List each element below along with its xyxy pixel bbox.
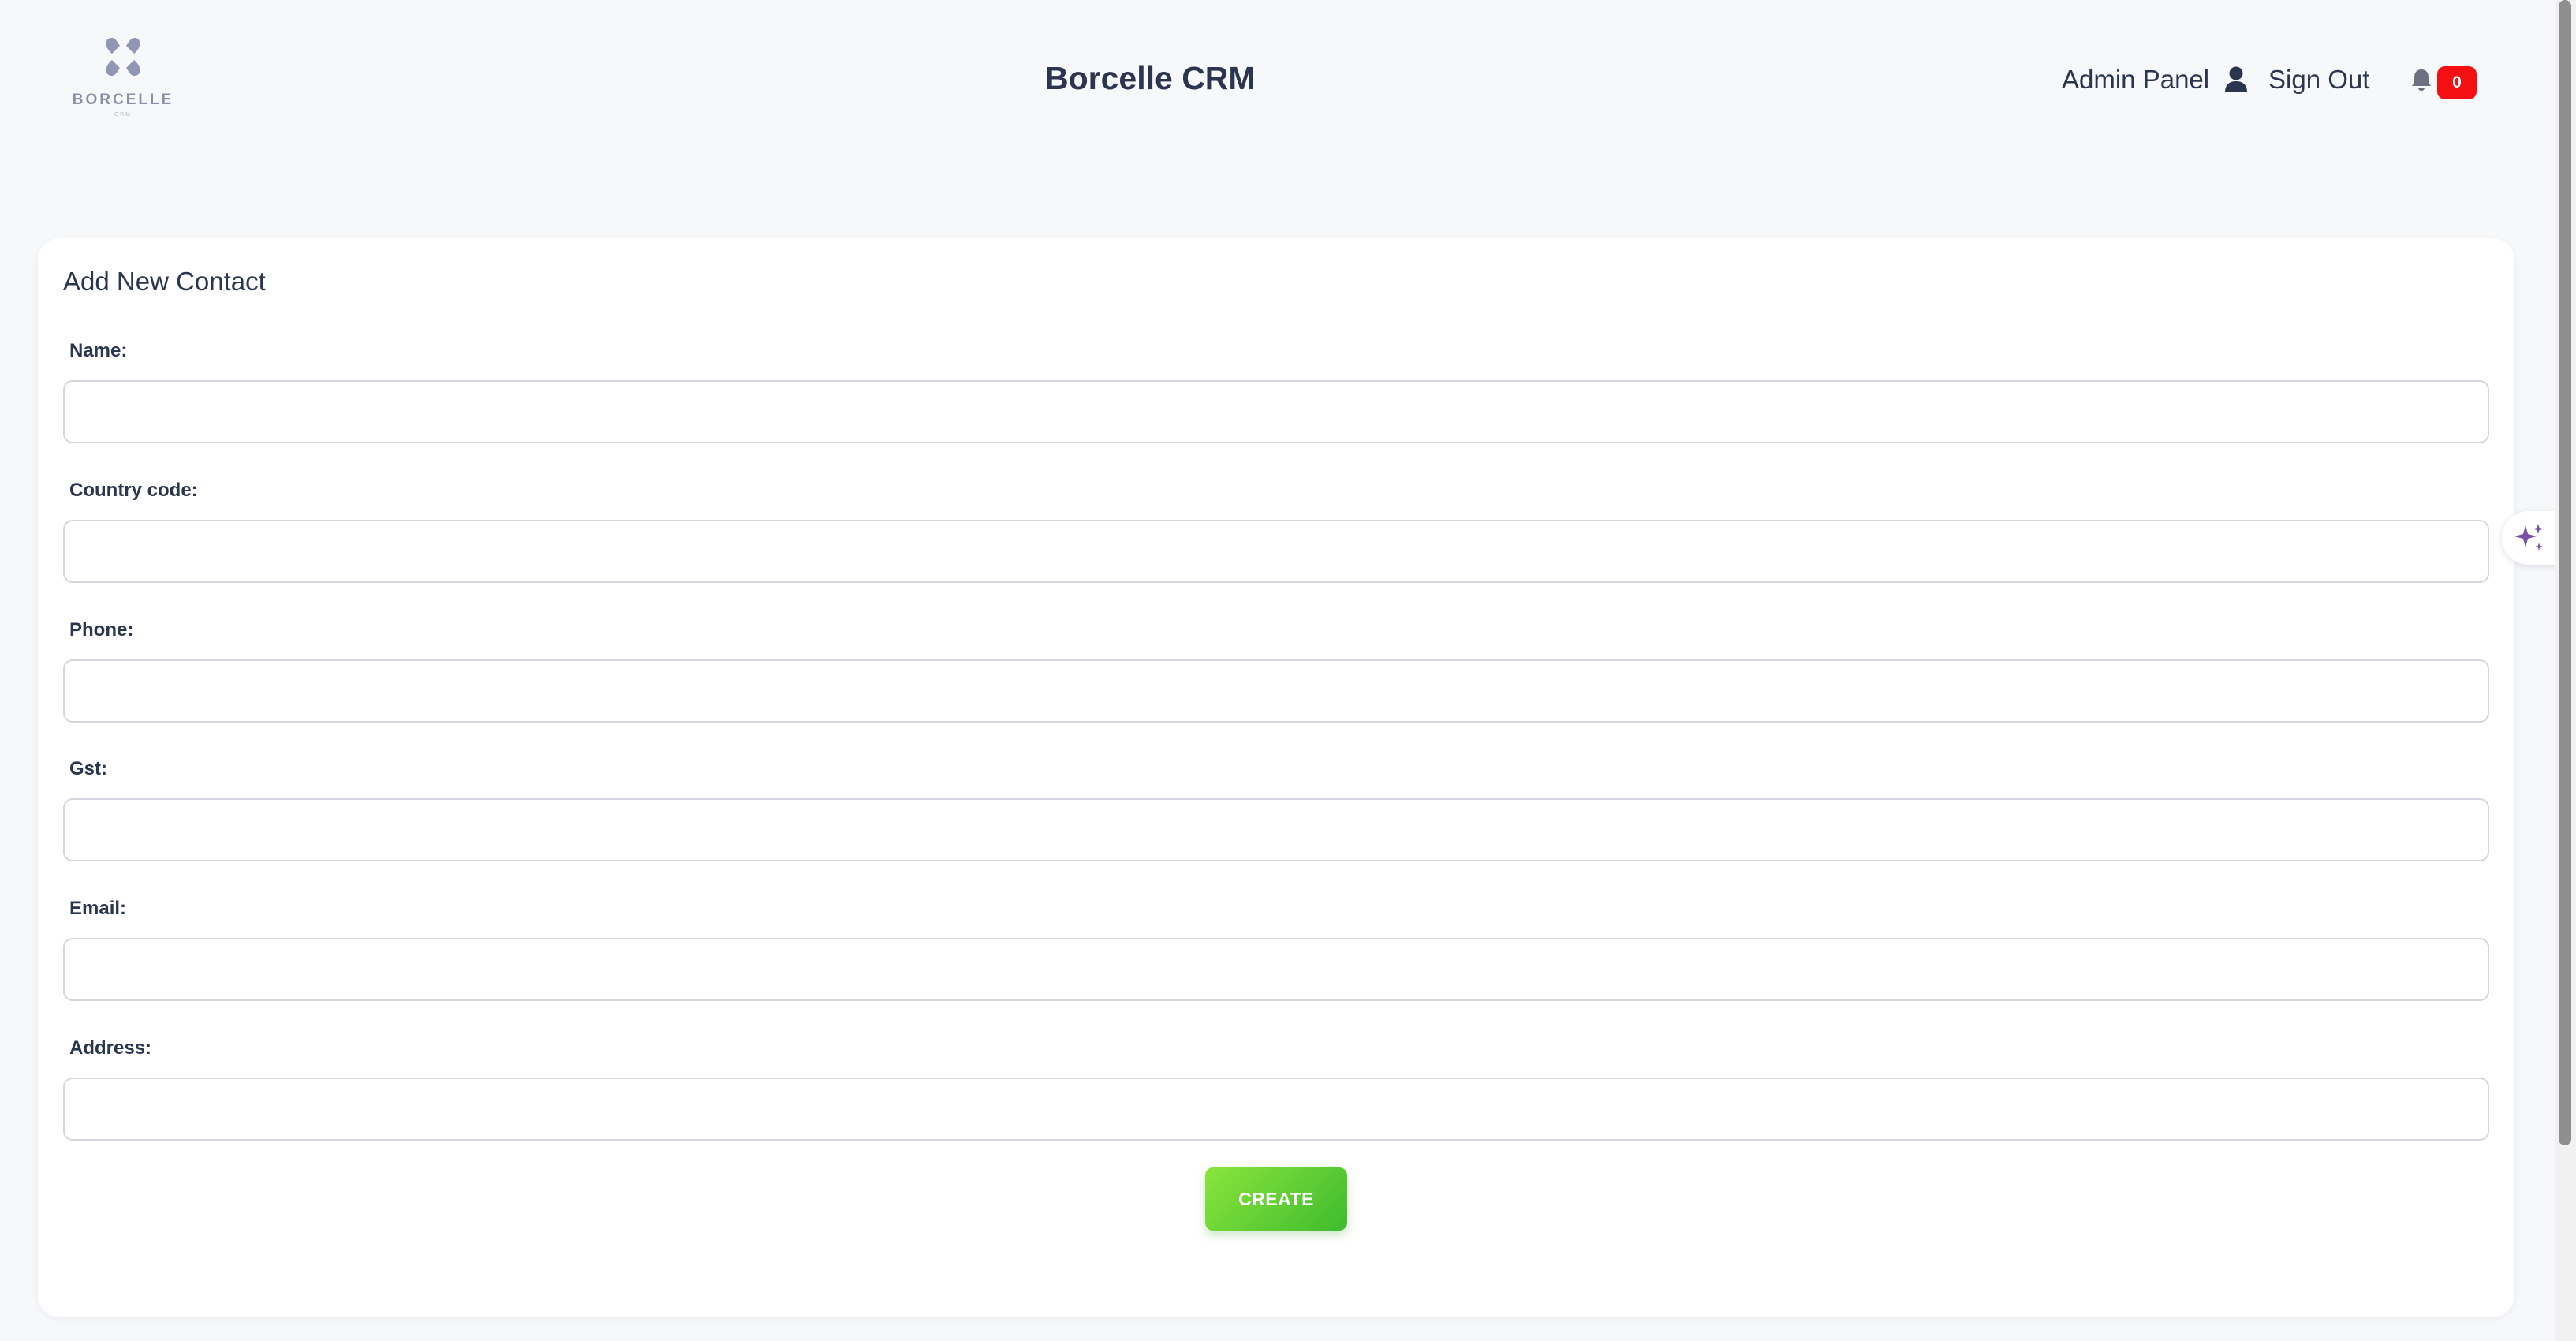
email-input[interactable]: [63, 938, 2489, 1001]
logo-wordmark: BORCELLE: [72, 92, 174, 108]
notifications-button[interactable]: 0: [2410, 66, 2477, 101]
country-code-input[interactable]: [63, 520, 2489, 583]
logo-mark-icon: [106, 38, 140, 76]
sparkles-icon: [2514, 524, 2544, 551]
notification-count-badge: 0: [2437, 66, 2477, 99]
gst-input[interactable]: [63, 798, 2489, 861]
bell-icon: [2412, 69, 2431, 91]
admin-panel-link[interactable]: Admin Panel: [2062, 65, 2209, 95]
page-scrollbar[interactable]: [2555, 0, 2576, 1341]
address-input[interactable]: [63, 1078, 2489, 1141]
name-input[interactable]: [63, 380, 2489, 443]
name-label: Name:: [69, 340, 128, 361]
email-label: Email:: [69, 898, 127, 919]
sign-out-link[interactable]: Sign Out: [2268, 65, 2369, 95]
phone-label: Phone:: [69, 619, 134, 641]
country-code-label: Country code:: [69, 480, 198, 501]
assistant-button[interactable]: [2502, 511, 2560, 565]
top-header: BORCELLE CRM Borcelle CRM Admin Panel Si…: [0, 0, 2555, 166]
form-title: Add New Contact: [63, 267, 266, 296]
address-label: Address:: [69, 1037, 152, 1059]
app-title: Borcelle CRM: [1045, 60, 1256, 96]
scrollbar-thumb[interactable]: [2559, 0, 2571, 1145]
gst-label: Gst:: [69, 758, 107, 779]
create-button[interactable]: CREATE: [1205, 1167, 1347, 1231]
add-contact-card: Add New Contact Name: Country code: Phon…: [38, 238, 2514, 1317]
logo-subtext: CRM: [114, 112, 132, 118]
user-icon: [2225, 66, 2247, 92]
brand-logo[interactable]: BORCELLE CRM: [68, 35, 178, 121]
phone-input[interactable]: [63, 659, 2489, 723]
